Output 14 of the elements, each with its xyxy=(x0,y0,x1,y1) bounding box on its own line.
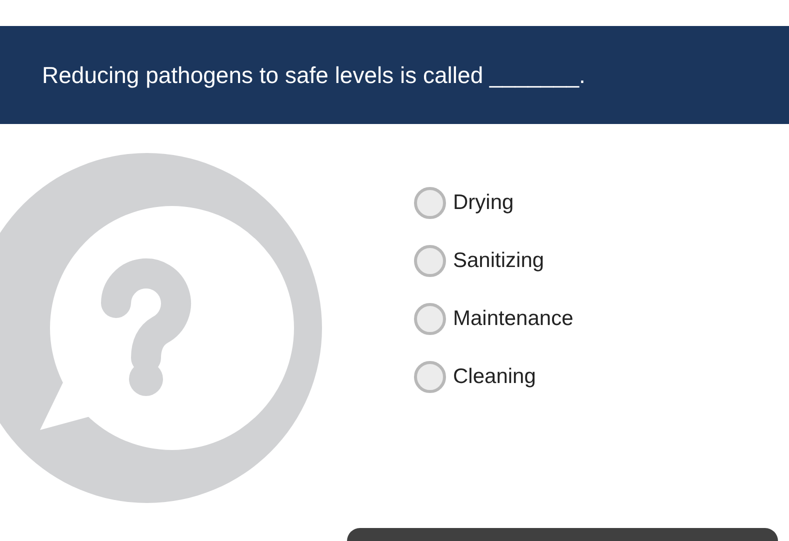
answer-option[interactable]: Cleaning xyxy=(414,360,574,394)
question-text: Reducing pathogens to safe levels is called _______. xyxy=(42,60,586,90)
answer-option[interactable]: Drying xyxy=(414,186,574,220)
answer-option[interactable]: Maintenance xyxy=(414,302,574,336)
radio-button[interactable] xyxy=(414,303,446,335)
option-label: Maintenance xyxy=(453,306,574,332)
radio-button[interactable] xyxy=(414,245,446,277)
submit-button[interactable] xyxy=(347,528,778,541)
option-label: Drying xyxy=(453,190,514,216)
option-label: Sanitizing xyxy=(453,248,544,274)
answer-option[interactable]: Sanitizing xyxy=(414,244,574,278)
radio-button[interactable] xyxy=(414,361,446,393)
radio-button[interactable] xyxy=(414,187,446,219)
option-label: Cleaning xyxy=(453,364,536,390)
